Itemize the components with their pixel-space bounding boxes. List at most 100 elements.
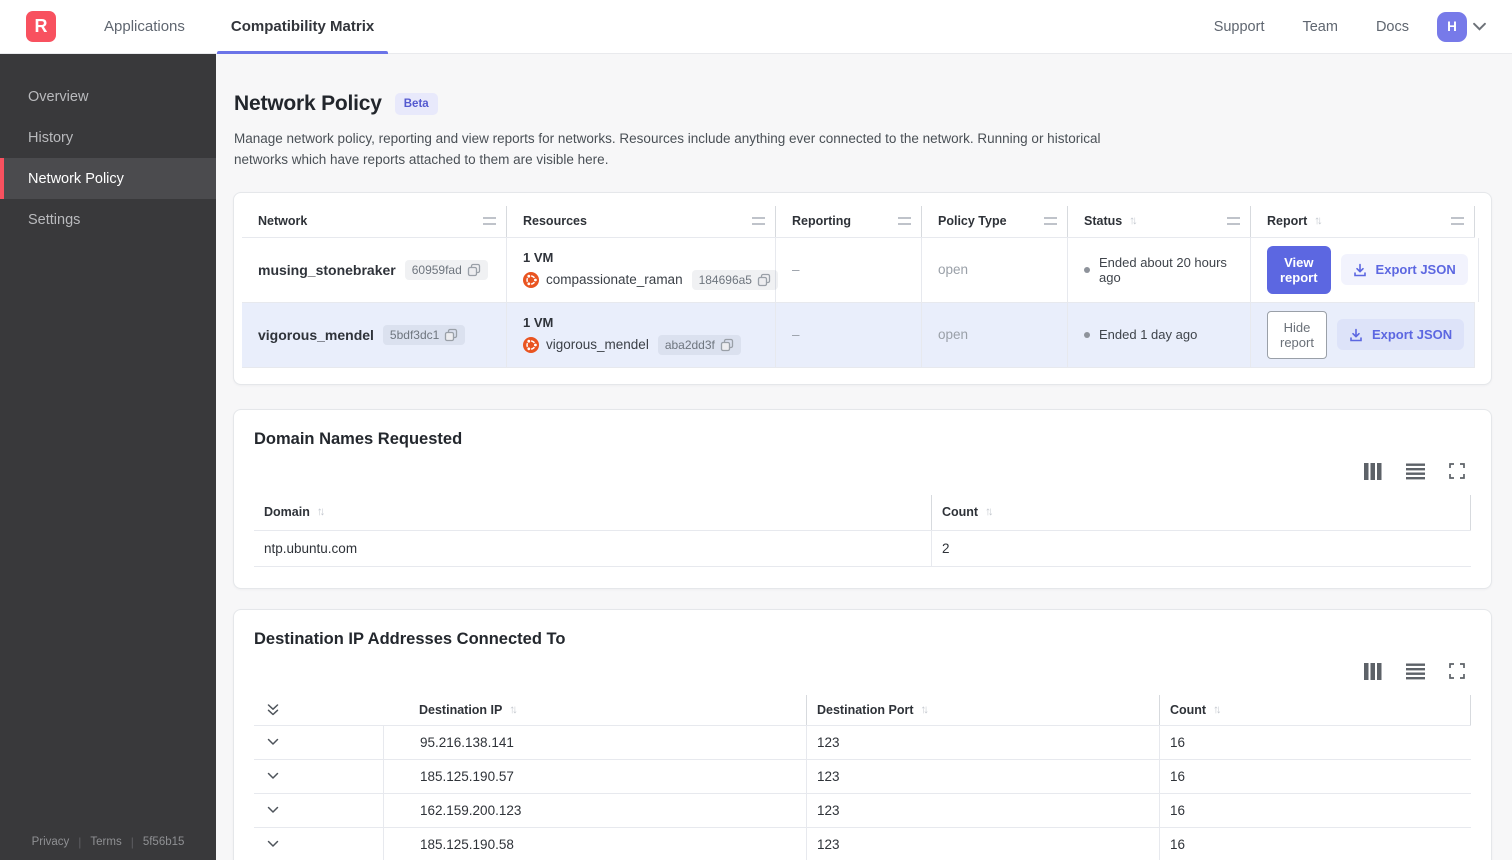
view-report-button[interactable]: View report: [1267, 245, 1331, 294]
column-resize-handle[interactable]: [752, 217, 765, 226]
network-cell: vigorous_mendel 5bdf3dc1: [242, 302, 507, 367]
row-expand-button[interactable]: [254, 794, 383, 827]
status-cell: Ended 1 day ago: [1068, 302, 1251, 367]
sort-icon[interactable]: ↑↓: [921, 704, 930, 716]
terms-link[interactable]: Terms: [90, 836, 121, 848]
count-cell: 16: [1159, 793, 1471, 827]
columns-icon[interactable]: [1364, 462, 1382, 480]
column-header-reporting[interactable]: Reporting: [776, 205, 922, 237]
nav-link-support[interactable]: Support: [1214, 19, 1265, 35]
card-title: Domain Names Requested: [254, 429, 463, 448]
column-header-report[interactable]: Report ↑↓: [1251, 205, 1475, 237]
sort-icon[interactable]: ↑↓: [1213, 704, 1222, 716]
hide-report-button[interactable]: Hide report: [1267, 310, 1327, 359]
status-dot-icon: [1084, 266, 1090, 273]
columns-icon[interactable]: [1364, 662, 1382, 680]
fullscreen-icon[interactable]: [1449, 463, 1465, 480]
avatar[interactable]: H: [1437, 11, 1467, 42]
network-table: Network Resources Reporting Policy Type: [242, 205, 1479, 368]
sidebar-item-history[interactable]: History: [0, 117, 216, 158]
export-json-button[interactable]: Export JSON: [1340, 254, 1468, 286]
ubuntu-icon: [523, 271, 539, 288]
table-row[interactable]: 185.125.190.57 123 16: [254, 759, 1471, 794]
column-header-status[interactable]: Status ↑↓: [1068, 205, 1251, 237]
sort-icon[interactable]: ↑↓: [509, 704, 518, 716]
column-resize-handle[interactable]: [1227, 217, 1240, 226]
row-expand-button[interactable]: [254, 760, 383, 793]
column-resize-handle[interactable]: [1451, 217, 1464, 226]
copy-icon[interactable]: [444, 328, 458, 342]
column-header-destination-port[interactable]: Destination Port ↑↓: [806, 694, 1159, 725]
destinations-table: Destination IP ↑↓ Destination Port ↑↓ Co…: [254, 694, 1471, 860]
table-row[interactable]: musing_stonebraker 60959fad 1 VM compass…: [242, 236, 1479, 302]
domain-names-card: Domain Names Requested Domain ↑↓ Count ↑…: [233, 408, 1492, 589]
copy-icon[interactable]: [720, 338, 734, 352]
app-logo[interactable]: R: [26, 11, 56, 42]
port-cell: 123: [806, 725, 1159, 759]
footer-divider: |: [78, 835, 82, 849]
fullscreen-icon[interactable]: [1449, 663, 1465, 680]
policy-type-cell: open: [922, 237, 1068, 302]
network-cell: musing_stonebraker 60959fad: [242, 237, 507, 302]
column-resize-handle[interactable]: [483, 217, 496, 226]
chevron-down-icon[interactable]: [1473, 22, 1486, 31]
count-cell: 16: [1159, 759, 1471, 793]
column-header-network[interactable]: Network: [242, 205, 507, 237]
rows-icon[interactable]: [1406, 663, 1425, 680]
table-row[interactable]: ntp.ubuntu.com 2: [254, 530, 1471, 567]
page-title: Network Policy: [234, 92, 382, 115]
column-header-resources[interactable]: Resources: [507, 205, 776, 237]
sort-icon[interactable]: ↑↓: [985, 506, 994, 518]
report-cell: Hide report Export JSON: [1251, 302, 1476, 367]
status-cell: Ended about 20 hours ago: [1068, 237, 1251, 302]
ip-cell: 162.159.200.123: [383, 793, 806, 827]
nav-link-team[interactable]: Team: [1302, 19, 1337, 35]
privacy-link[interactable]: Privacy: [32, 836, 70, 848]
column-header-count[interactable]: Count ↑↓: [1159, 694, 1471, 725]
column-resize-handle[interactable]: [1044, 217, 1057, 226]
status-dot-icon: [1084, 331, 1090, 338]
vm-name: vigorous_mendel: [546, 337, 649, 353]
expand-all-button[interactable]: [254, 695, 383, 725]
row-expand-button[interactable]: [254, 828, 383, 860]
copy-icon[interactable]: [757, 273, 771, 287]
nav-link-docs[interactable]: Docs: [1376, 19, 1409, 35]
row-expand-button[interactable]: [254, 726, 383, 759]
ip-cell: 95.216.138.141: [383, 725, 806, 759]
domain-cell: ntp.ubuntu.com: [264, 540, 358, 556]
sidebar-item-settings[interactable]: Settings: [0, 199, 216, 240]
tab-applications[interactable]: Applications: [90, 0, 199, 53]
table-row[interactable]: 185.125.190.58 123 16: [254, 827, 1471, 860]
destinations-table-body: 95.216.138.141 123 16 185.125.190.57 123…: [254, 724, 1471, 860]
column-header-policy-type[interactable]: Policy Type: [922, 205, 1068, 237]
sidebar-item-overview[interactable]: Overview: [0, 76, 216, 117]
column-header-domain[interactable]: Domain ↑↓: [254, 495, 931, 530]
sidebar-item-network-policy[interactable]: Network Policy: [0, 158, 216, 199]
vm-id-badge: aba2dd3f: [657, 334, 741, 355]
table-row[interactable]: vigorous_mendel 5bdf3dc1 1 VM vigorous_m…: [242, 301, 1476, 368]
column-header-destination-ip[interactable]: Destination IP ↑↓: [383, 695, 806, 725]
top-navigation: R Applications Compatibility Matrix Supp…: [0, 0, 1512, 54]
ip-cell: 185.125.190.58: [383, 827, 806, 860]
table-row[interactable]: 95.216.138.141 123 16: [254, 725, 1471, 760]
export-json-button[interactable]: Export JSON: [1336, 319, 1465, 351]
domains-table-header: Domain ↑↓ Count ↑↓: [254, 494, 1471, 530]
sort-icon[interactable]: ↑↓: [317, 506, 326, 518]
resources-cell: 1 VM compassionate_raman 184696a5: [507, 237, 778, 302]
column-header-count[interactable]: Count ↑↓: [931, 494, 1471, 530]
table-toolbar: [254, 462, 1465, 480]
port-cell: 123: [806, 759, 1159, 793]
sort-icon[interactable]: ↑↓: [1129, 215, 1138, 227]
rows-icon[interactable]: [1406, 463, 1425, 480]
count-cell: 16: [1159, 725, 1471, 759]
column-resize-handle[interactable]: [898, 217, 911, 226]
copy-icon[interactable]: [467, 263, 481, 277]
network-id-badge: 5bdf3dc1: [382, 324, 466, 345]
tab-compatibility-matrix[interactable]: Compatibility Matrix: [216, 0, 389, 54]
sidebar: Overview History Network Policy Settings…: [0, 54, 216, 860]
table-toolbar: [254, 662, 1465, 680]
sort-icon[interactable]: ↑↓: [1314, 215, 1323, 227]
destinations-table-header: Destination IP ↑↓ Destination Port ↑↓ Co…: [254, 694, 1471, 725]
count-cell: 16: [1159, 827, 1471, 860]
table-row[interactable]: 162.159.200.123 123 16: [254, 793, 1471, 828]
